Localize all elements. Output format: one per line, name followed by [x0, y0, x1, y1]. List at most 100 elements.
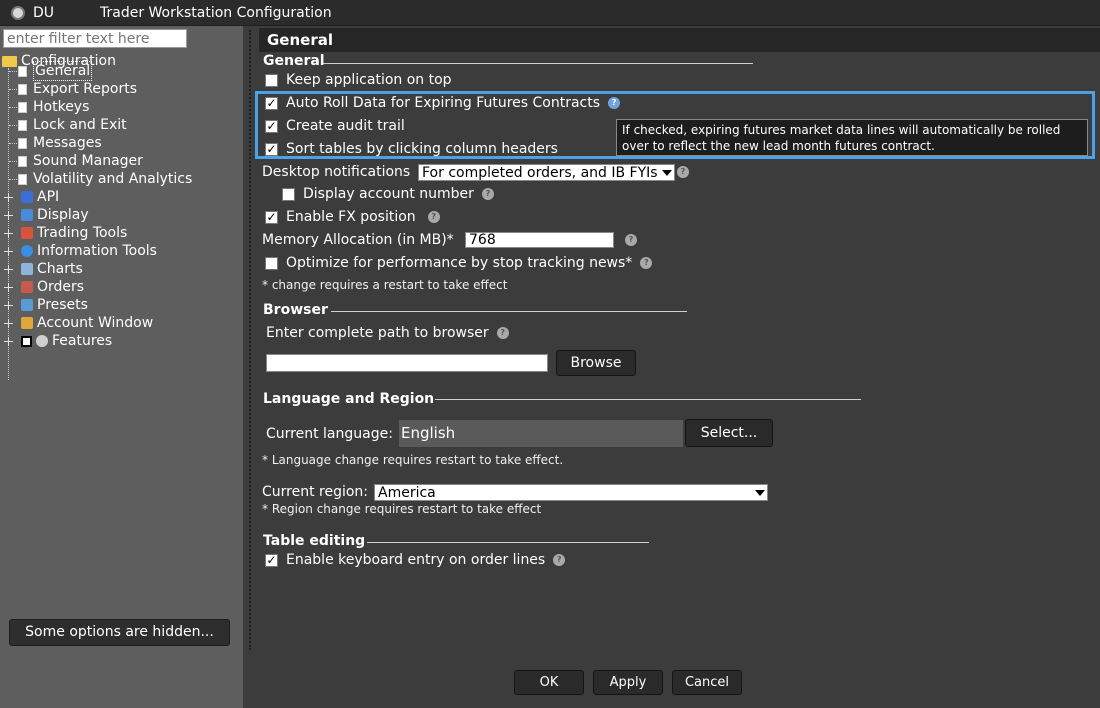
- expand-icon[interactable]: [4, 246, 13, 256]
- fx-position-option[interactable]: ✓ Enable FX position ?: [265, 207, 440, 227]
- sidebar-item-export-reports[interactable]: Export Reports: [18, 80, 137, 98]
- help-icon[interactable]: ?: [553, 554, 566, 566]
- show-hidden-options-button[interactable]: Some options are hidden...: [9, 619, 230, 646]
- fx-position-checkbox[interactable]: ✓: [265, 210, 278, 224]
- select-language-button[interactable]: Select...: [685, 419, 773, 447]
- help-icon[interactable]: ?: [625, 234, 637, 246]
- section-title-browser: Browser: [263, 302, 328, 318]
- sidebar-group-presets[interactable]: Presets: [4, 296, 88, 314]
- sidebar-group-charts[interactable]: Charts: [4, 260, 83, 278]
- sidebar-group-label: Presets: [37, 297, 88, 313]
- sidebar-group-display[interactable]: Display: [4, 206, 89, 224]
- sidebar-group-label: Display: [37, 207, 89, 223]
- expand-icon[interactable]: [4, 282, 13, 292]
- panel-splitter[interactable]: [249, 30, 251, 650]
- chevron-down-icon: [755, 490, 765, 496]
- document-icon: [18, 155, 27, 167]
- sidebar-item-messages[interactable]: Messages: [18, 134, 102, 152]
- chart-icon: [21, 263, 33, 275]
- browser-path-label: Enter complete path to browser: [266, 325, 489, 341]
- expand-icon[interactable]: [4, 210, 13, 220]
- cancel-button[interactable]: Cancel: [672, 670, 742, 695]
- info-icon: [21, 245, 33, 257]
- sidebar-item-label: Messages: [33, 135, 102, 151]
- presets-icon: [21, 299, 33, 311]
- title-bar: DU Trader Workstation Configuration: [0, 0, 1100, 26]
- sidebar: Configuration General Export Reports Hot…: [0, 26, 243, 708]
- current-language-row: Current language:: [266, 424, 393, 444]
- current-region-row: Current region:: [262, 482, 368, 502]
- section-title-language: Language and Region: [263, 391, 435, 407]
- keep-on-top-option[interactable]: Keep application on top: [265, 70, 452, 90]
- keyboard-entry-checkbox[interactable]: ✓: [265, 553, 278, 567]
- option-label: Keep application on top: [286, 72, 452, 88]
- sidebar-group-trading-tools[interactable]: Trading Tools: [4, 224, 127, 242]
- sidebar-group-account-window[interactable]: Account Window: [4, 314, 153, 332]
- sidebar-group-features[interactable]: Features: [4, 332, 112, 350]
- expand-icon[interactable]: [4, 264, 13, 274]
- checkbox-icon[interactable]: [21, 335, 32, 347]
- help-icon[interactable]: ?: [496, 327, 509, 339]
- sidebar-group-orders[interactable]: Orders: [4, 278, 84, 296]
- sidebar-item-general[interactable]: General: [18, 61, 93, 81]
- memory-allocation-row: Memory Allocation (in MB)*: [262, 230, 454, 250]
- restart-note: * change requires a restart to take effe…: [262, 278, 508, 292]
- desktop-notifications-select[interactable]: For completed orders, and IB FYIs: [418, 164, 675, 181]
- expand-icon[interactable]: [4, 192, 13, 202]
- sidebar-group-label: Features: [52, 333, 113, 349]
- sidebar-group-label: Trading Tools: [37, 225, 128, 241]
- sidebar-group-label: Account Window: [37, 315, 154, 331]
- select-value: For completed orders, and IB FYIs: [422, 165, 658, 181]
- keyboard-entry-option[interactable]: ✓ Enable keyboard entry on order lines ?: [265, 550, 566, 570]
- section-title-general: General: [263, 53, 325, 69]
- sidebar-item-hotkeys[interactable]: Hotkeys: [18, 98, 89, 116]
- browser-path-row: Enter complete path to browser ?: [266, 323, 509, 343]
- expand-icon[interactable]: [4, 228, 13, 238]
- section-divider: [323, 63, 753, 64]
- sidebar-group-api[interactable]: API: [4, 188, 59, 206]
- expand-icon[interactable]: [4, 318, 13, 328]
- help-icon[interactable]: ?: [677, 166, 689, 178]
- desktop-notifications-label: Desktop notifications: [262, 164, 411, 180]
- folder-icon: [2, 55, 17, 67]
- app-icon[interactable]: [11, 6, 25, 20]
- browse-button[interactable]: Browse: [556, 350, 636, 376]
- sidebar-group-information-tools[interactable]: Information Tools: [4, 242, 157, 260]
- sidebar-item-lock-and-exit[interactable]: Lock and Exit: [18, 116, 127, 134]
- sidebar-item-volatility-and-analytics[interactable]: Volatility and Analytics: [18, 170, 192, 188]
- chevron-down-icon: [662, 170, 672, 176]
- help-icon[interactable]: ?: [481, 188, 494, 200]
- current-language-label: Current language:: [266, 426, 393, 442]
- optimize-performance-option[interactable]: Optimize for performance by stop trackin…: [265, 253, 653, 273]
- optimize-performance-checkbox[interactable]: [265, 256, 278, 270]
- apply-button[interactable]: Apply: [593, 670, 663, 695]
- gear-icon: [36, 335, 48, 347]
- section-divider: [331, 311, 687, 312]
- current-region-select[interactable]: America: [374, 484, 768, 501]
- help-icon[interactable]: ?: [427, 211, 440, 223]
- expand-icon[interactable]: [4, 300, 13, 310]
- keep-on-top-checkbox[interactable]: [265, 73, 278, 87]
- display-account-option[interactable]: Display account number ?: [282, 184, 494, 204]
- section-title-table-editing: Table editing: [263, 533, 366, 549]
- trading-tools-icon: [21, 227, 33, 239]
- orders-icon: [21, 281, 33, 293]
- option-label: Enable keyboard entry on order lines: [286, 552, 546, 568]
- filter-input[interactable]: [3, 29, 187, 48]
- document-icon: [18, 101, 27, 113]
- ok-button[interactable]: OK: [514, 670, 584, 695]
- display-account-checkbox[interactable]: [282, 187, 295, 201]
- option-label: Enable FX position: [286, 209, 416, 225]
- sidebar-item-sound-manager[interactable]: Sound Manager: [18, 152, 143, 170]
- sidebar-item-label: Sound Manager: [33, 153, 143, 169]
- window-title: Trader Workstation Configuration: [100, 5, 332, 21]
- memory-allocation-input[interactable]: 768: [465, 232, 614, 248]
- expand-icon[interactable]: [4, 336, 13, 346]
- current-language-value: English: [399, 420, 683, 447]
- help-icon[interactable]: ?: [640, 257, 653, 269]
- page-title: General: [259, 28, 1100, 52]
- sidebar-item-label: Export Reports: [33, 81, 137, 97]
- document-icon: [18, 83, 27, 95]
- browser-path-input[interactable]: [266, 354, 548, 372]
- sidebar-group-label: Information Tools: [37, 243, 157, 259]
